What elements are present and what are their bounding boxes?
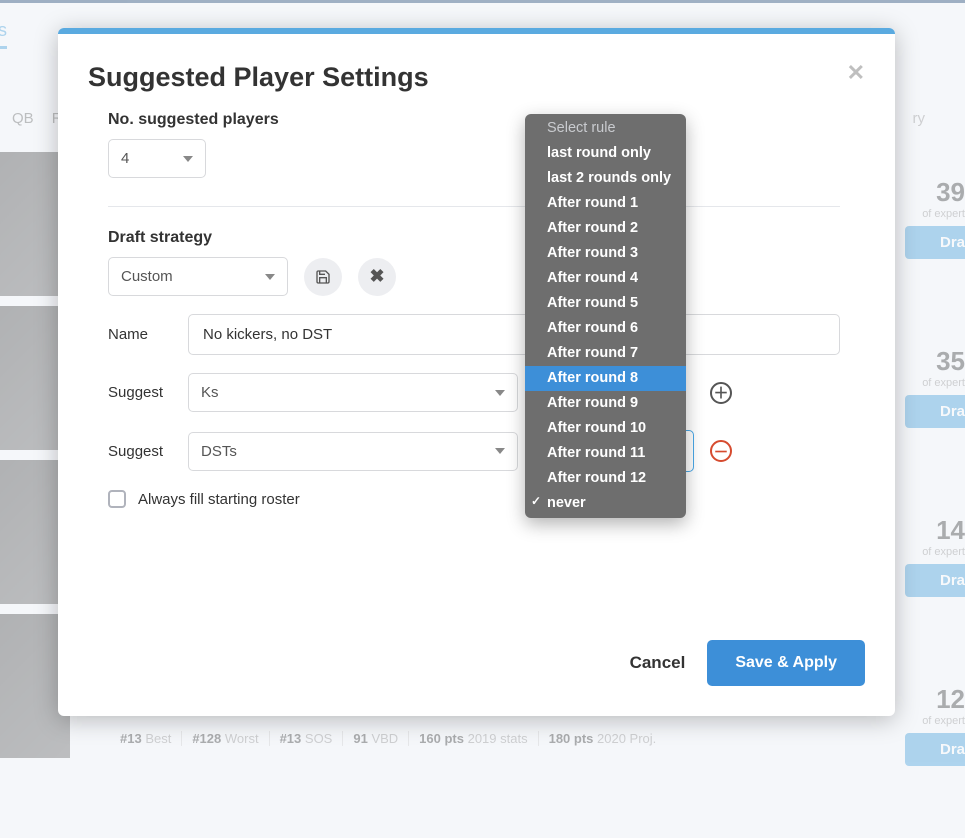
dropdown-option[interactable]: never [525,491,686,516]
close-icon[interactable]: ✕ [847,62,865,84]
add-rule-button[interactable]: ＋ [710,382,732,404]
chevron-down-icon [495,390,505,396]
dropdown-option[interactable]: After round 3 [525,241,686,266]
save-apply-button[interactable]: Save & Apply [707,640,865,686]
dropdown-option[interactable]: After round 12 [525,466,686,491]
dropdown-option[interactable]: After round 1 [525,191,686,216]
suggest-label-1: Suggest [108,384,172,401]
remove-rule-button[interactable]: － [710,440,732,462]
strategy-label: Draft strategy [108,229,840,247]
plus-icon: ＋ [713,382,728,403]
dropdown-option[interactable]: last round only [525,141,686,166]
suggested-player-settings-modal: Suggested Player Settings ✕ No. suggeste… [58,28,895,716]
suggest-position-value-2: DSTs [201,443,237,460]
strategy-name-input[interactable] [188,314,840,355]
cancel-button[interactable]: Cancel [630,653,686,673]
modal-footer: Cancel Save & Apply [58,622,895,716]
save-icon [315,269,331,285]
suggest-label-2: Suggest [108,443,172,460]
rule-dropdown[interactable]: Select rulelast round onlylast 2 rounds … [525,114,686,518]
delete-strategy-button[interactable]: ✖ [358,258,396,296]
always-fill-roster-label: Always fill starting roster [138,491,300,508]
dropdown-option[interactable]: After round 10 [525,416,686,441]
num-players-select[interactable]: 4 [108,139,206,178]
divider [108,206,840,207]
chevron-down-icon [495,448,505,454]
name-label: Name [108,326,172,343]
chevron-down-icon [265,274,275,280]
strategy-select[interactable]: Custom [108,257,288,296]
num-players-value: 4 [121,150,129,167]
save-strategy-button[interactable] [304,258,342,296]
suggest-position-select-2[interactable]: DSTs [188,432,518,471]
modal-header: Suggested Player Settings ✕ [58,34,895,103]
dropdown-option[interactable]: After round 8 [525,366,686,391]
dropdown-option[interactable]: After round 5 [525,291,686,316]
dropdown-option[interactable]: last 2 rounds only [525,166,686,191]
dropdown-header: Select rule [525,116,686,141]
dropdown-option[interactable]: After round 4 [525,266,686,291]
dropdown-option[interactable]: After round 7 [525,341,686,366]
minus-icon: － [713,441,728,462]
strategy-value: Custom [121,268,173,285]
dropdown-option[interactable]: After round 2 [525,216,686,241]
dropdown-option[interactable]: After round 9 [525,391,686,416]
dropdown-option[interactable]: After round 11 [525,441,686,466]
suggest-position-select-1[interactable]: Ks [188,373,518,412]
chevron-down-icon [183,156,193,162]
num-players-label: No. suggested players [108,111,840,129]
close-icon: ✖ [369,266,384,287]
modal-title: Suggested Player Settings [88,62,429,93]
always-fill-roster-checkbox[interactable] [108,490,126,508]
suggest-position-value-1: Ks [201,384,219,401]
dropdown-option[interactable]: After round 6 [525,316,686,341]
